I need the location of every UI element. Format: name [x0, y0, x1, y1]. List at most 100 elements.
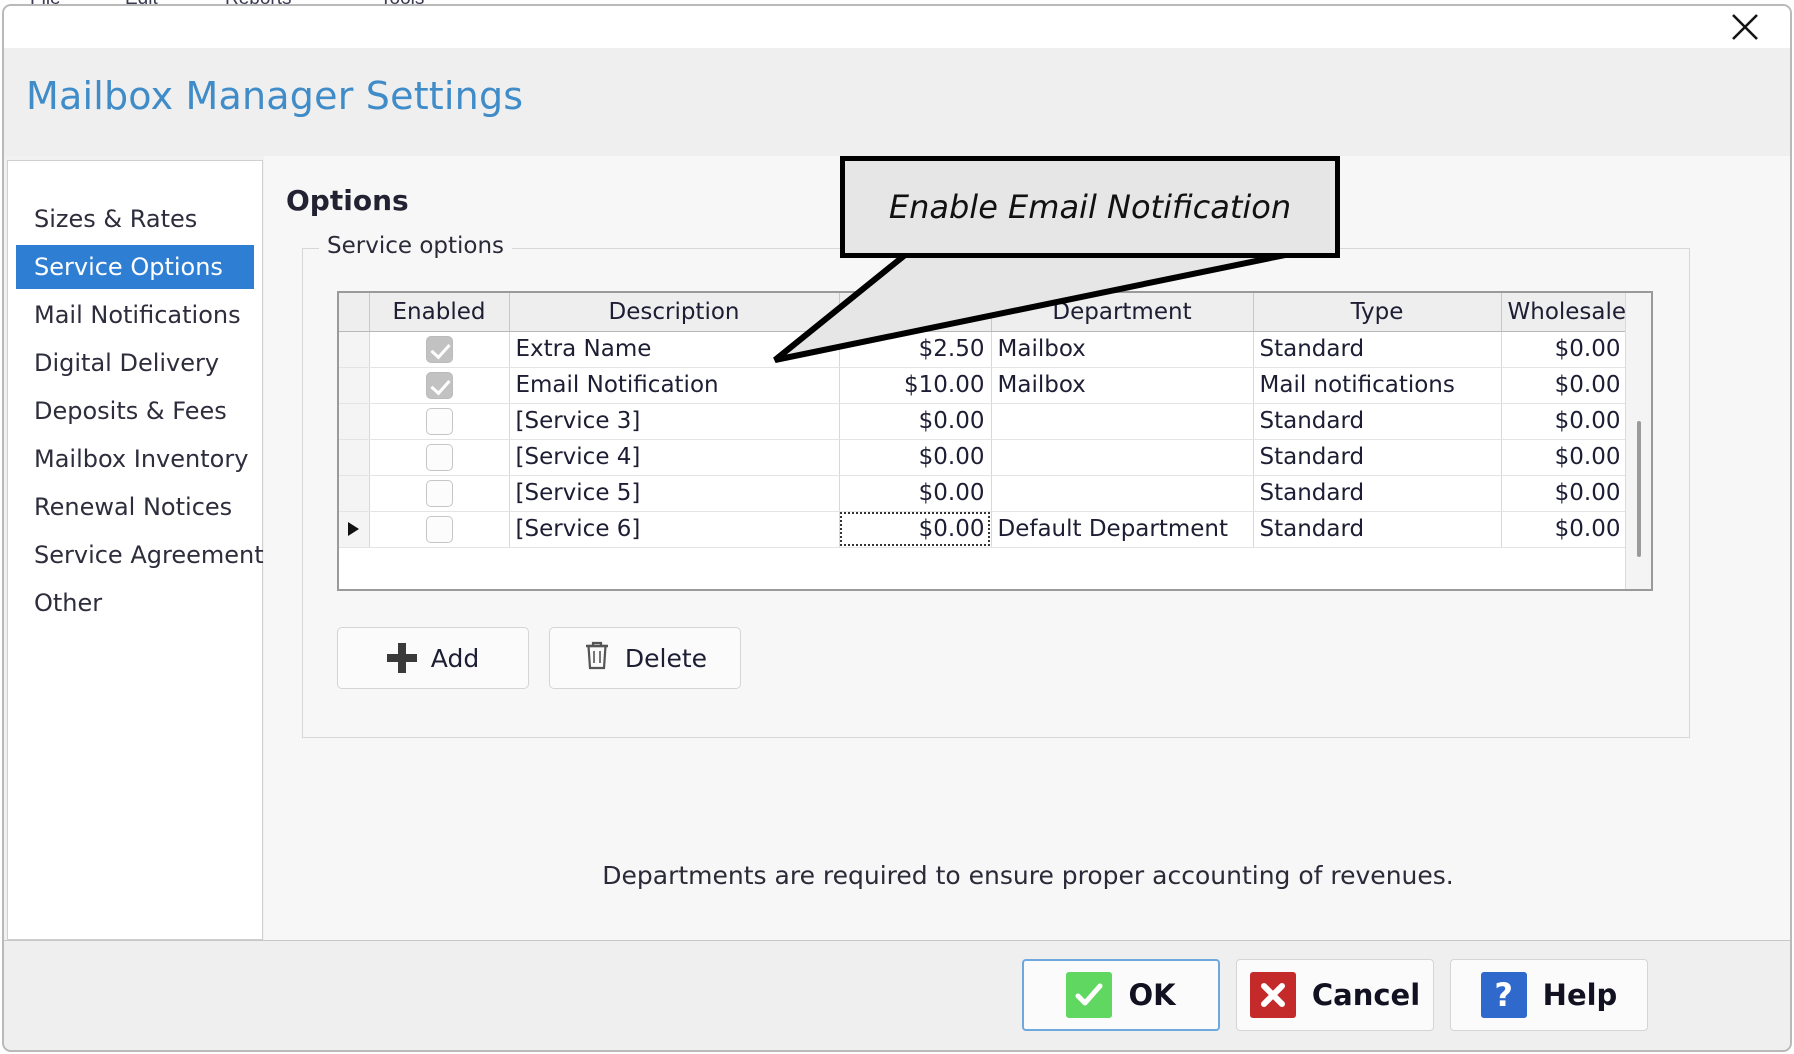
sidebar-item-digital-delivery[interactable]: Digital Delivery — [16, 341, 254, 385]
sidebar-item-label: Deposits & Fees — [34, 397, 227, 425]
cancel-button[interactable]: Cancel — [1236, 959, 1434, 1031]
row-selector[interactable] — [339, 367, 369, 403]
plus-icon — [387, 643, 417, 673]
type-cell[interactable]: Standard — [1253, 331, 1501, 367]
enabled-checkbox-cell[interactable] — [369, 475, 509, 511]
green-check-icon — [1066, 972, 1112, 1018]
rate-cell[interactable]: $2.50 — [839, 331, 991, 367]
add-button-label: Add — [431, 644, 479, 673]
description-cell[interactable]: Email Notification — [509, 367, 839, 403]
type-cell[interactable]: Standard — [1253, 511, 1501, 547]
trash-icon — [583, 639, 611, 677]
table-header-wholesale[interactable]: Wholesale — [1501, 293, 1627, 331]
enabled-checkbox[interactable] — [426, 336, 453, 363]
enabled-checkbox-cell[interactable] — [369, 367, 509, 403]
table-row[interactable]: [Service 4]$0.00Standard$0.00 — [339, 439, 1627, 475]
wholesale-cell[interactable]: $0.00 — [1501, 367, 1627, 403]
department-cell[interactable] — [991, 403, 1253, 439]
row-selector[interactable] — [339, 403, 369, 439]
close-icon[interactable] — [1714, 6, 1776, 48]
table-vertical-scrollbar[interactable] — [1625, 293, 1651, 589]
sidebar-item-service-options[interactable]: Service Options — [16, 245, 254, 289]
blue-question-icon: ? — [1481, 972, 1527, 1018]
table-body: Extra Name$2.50MailboxStandard$0.00Email… — [339, 331, 1627, 547]
type-cell[interactable]: Mail notifications — [1253, 367, 1501, 403]
table-header-enabled[interactable]: Enabled — [369, 293, 509, 331]
rate-cell[interactable]: $0.00 — [839, 511, 991, 547]
table-header-rate-mo[interactable]: Rate/mo. — [839, 293, 991, 331]
table-row[interactable]: [Service 6]$0.00Default DepartmentStanda… — [339, 511, 1627, 547]
enabled-checkbox[interactable] — [426, 408, 453, 435]
sidebar-item-sizes-rates[interactable]: Sizes & Rates — [16, 197, 254, 241]
sidebar: Sizes & Rates Service Options Mail Notific… — [7, 160, 263, 940]
table-header-description[interactable]: Description — [509, 293, 839, 331]
page-title: Mailbox Manager Settings — [26, 74, 523, 118]
service-options-group: Service options EnabledDescriptionRate/m… — [302, 248, 1690, 738]
type-cell[interactable]: Standard — [1253, 403, 1501, 439]
table-row[interactable]: [Service 3]$0.00Standard$0.00 — [339, 403, 1627, 439]
delete-button[interactable]: Delete — [549, 627, 741, 689]
table-header-row: EnabledDescriptionRate/mo.DepartmentType… — [339, 293, 1627, 331]
section-heading: Options — [286, 184, 409, 217]
table-row[interactable]: Email Notification$10.00MailboxMail noti… — [339, 367, 1627, 403]
rate-cell[interactable]: $0.00 — [839, 403, 991, 439]
help-button-label: Help — [1543, 978, 1618, 1012]
wholesale-cell[interactable]: $0.00 — [1501, 331, 1627, 367]
department-cell[interactable]: Mailbox — [991, 367, 1253, 403]
enabled-checkbox-cell[interactable] — [369, 511, 509, 547]
sidebar-item-label: Other — [34, 589, 102, 617]
enabled-checkbox[interactable] — [426, 372, 453, 399]
description-cell[interactable]: [Service 5] — [509, 475, 839, 511]
wholesale-cell[interactable]: $0.00 — [1501, 475, 1627, 511]
table-row[interactable]: [Service 5]$0.00Standard$0.00 — [339, 475, 1627, 511]
rate-cell[interactable]: $0.00 — [839, 475, 991, 511]
sidebar-item-other[interactable]: Other — [16, 581, 254, 625]
rate-cell[interactable]: $10.00 — [839, 367, 991, 403]
department-cell[interactable]: Default Department — [991, 511, 1253, 547]
table-header-indicator[interactable] — [339, 293, 369, 331]
sidebar-item-service-agreement[interactable]: Service Agreement — [16, 533, 254, 577]
rate-cell[interactable]: $0.00 — [839, 439, 991, 475]
type-cell[interactable]: Standard — [1253, 439, 1501, 475]
enabled-checkbox-cell[interactable] — [369, 331, 509, 367]
enabled-checkbox[interactable] — [426, 480, 453, 507]
enabled-checkbox-cell[interactable] — [369, 403, 509, 439]
department-cell[interactable] — [991, 475, 1253, 511]
enabled-checkbox-cell[interactable] — [369, 439, 509, 475]
department-cell[interactable] — [991, 439, 1253, 475]
table-header-department[interactable]: Department — [991, 293, 1253, 331]
dialog-header: Mailbox Manager Settings — [4, 48, 1790, 156]
wholesale-cell[interactable]: $0.00 — [1501, 511, 1627, 547]
row-selected-arrow-icon — [348, 522, 359, 536]
row-selector[interactable] — [339, 331, 369, 367]
description-cell[interactable]: [Service 4] — [509, 439, 839, 475]
table-row[interactable]: Extra Name$2.50MailboxStandard$0.00 — [339, 331, 1627, 367]
table-header-type[interactable]: Type — [1253, 293, 1501, 331]
description-cell[interactable]: [Service 3] — [509, 403, 839, 439]
sidebar-item-label: Mail Notifications — [34, 301, 241, 329]
department-cell[interactable]: Mailbox — [991, 331, 1253, 367]
description-cell[interactable]: Extra Name — [509, 331, 839, 367]
dialog-titlebar — [4, 6, 1790, 48]
sidebar-item-label: Sizes & Rates — [34, 205, 197, 233]
row-selector[interactable] — [339, 511, 369, 547]
sidebar-item-renewal-notices[interactable]: Renewal Notices — [16, 485, 254, 529]
type-cell[interactable]: Standard — [1253, 475, 1501, 511]
enabled-checkbox[interactable] — [426, 444, 453, 471]
add-button[interactable]: Add — [337, 627, 529, 689]
ok-button-label: OK — [1128, 978, 1175, 1012]
wholesale-cell[interactable]: $0.00 — [1501, 403, 1627, 439]
row-selector[interactable] — [339, 439, 369, 475]
help-button[interactable]: ? Help — [1450, 959, 1648, 1031]
ok-button[interactable]: OK — [1022, 959, 1220, 1031]
wholesale-cell[interactable]: $0.00 — [1501, 439, 1627, 475]
scrollbar-thumb[interactable] — [1637, 421, 1641, 557]
cancel-button-label: Cancel — [1312, 978, 1420, 1012]
enabled-checkbox[interactable] — [426, 516, 453, 543]
footer-note: Departments are required to ensure prope… — [264, 861, 1792, 890]
sidebar-item-mailbox-inventory[interactable]: Mailbox Inventory — [16, 437, 254, 481]
sidebar-item-mail-notifications[interactable]: Mail Notifications — [16, 293, 254, 337]
sidebar-item-deposits-fees[interactable]: Deposits & Fees — [16, 389, 254, 433]
row-selector[interactable] — [339, 475, 369, 511]
description-cell[interactable]: [Service 6] — [509, 511, 839, 547]
